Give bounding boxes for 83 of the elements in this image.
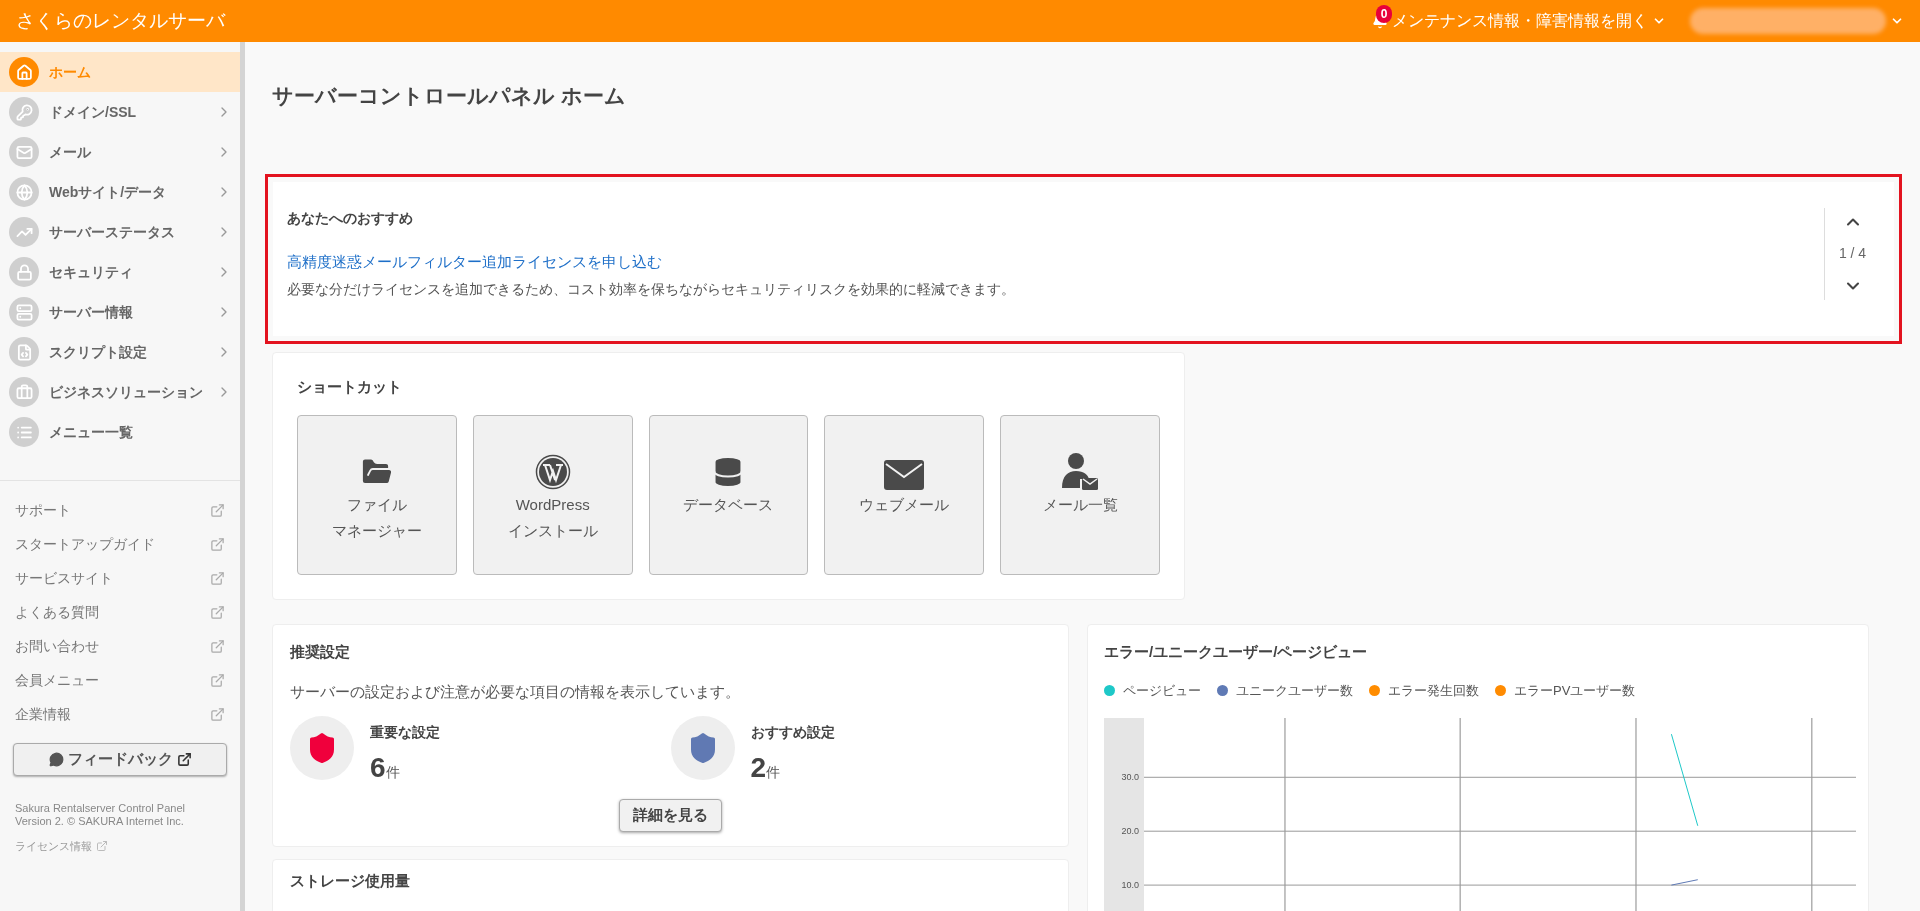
sidebar-link[interactable]: サービスサイト [15, 567, 210, 589]
legend-label: エラー発生回数 [1388, 682, 1479, 700]
nav-label: サーバー情報 [49, 302, 134, 322]
y-tick-label: 20.0 [1121, 825, 1139, 836]
nav-label: ビジネスソリューション [49, 382, 204, 402]
external-link-icon [210, 672, 225, 688]
nav-label: ホーム [49, 62, 92, 82]
setting-label: おすすめ設定 [750, 722, 835, 742]
shortcut-tile[interactable]: メール一覧 [1000, 414, 1160, 575]
sidebar-nav-item[interactable]: スクリプト設定 [0, 332, 240, 372]
external-link-icon [210, 536, 225, 552]
notification-count: 0 [1376, 5, 1392, 23]
sidebar-link[interactable]: お問い合わせ [15, 635, 210, 657]
sidebar-nav-item[interactable]: ビジネスソリューション [0, 372, 240, 412]
briefcase-icon [9, 377, 39, 407]
nav-label: スクリプト設定 [49, 342, 148, 362]
external-link-icon [210, 604, 225, 620]
sidebar-link[interactable]: スタートアップガイド [15, 533, 210, 555]
home-icon [9, 57, 39, 87]
footer-text: Sakura Rentalserver Control Panel [15, 802, 186, 815]
sidebar-nav-item[interactable]: メール [0, 132, 240, 172]
legend-label: ユニークユーザー数 [1236, 682, 1353, 700]
sidebar-link[interactable]: サポート [15, 499, 210, 521]
legend-label: エラーPVユーザー数 [1514, 682, 1636, 700]
page-title: サーバーコントロールパネル ホーム [272, 83, 627, 109]
external-link-icon [96, 840, 108, 853]
card-heading: ショートカット [297, 377, 403, 397]
details-button[interactable]: 詳細を見る [619, 798, 722, 832]
shortcut-tile[interactable]: ファイル マネージャー [297, 414, 457, 575]
external-link-icon [210, 502, 225, 518]
pager-text: 1 / 4 [1838, 244, 1867, 264]
external-link-icon [210, 570, 225, 586]
sidebar-nav-item[interactable]: セキュリティ [0, 252, 240, 292]
recommendation-link[interactable]: 高精度迷惑メールフィルター追加ライセンスを申し込む [287, 250, 1824, 273]
card-heading: エラー/ユニークユーザー/ページビュー [1104, 641, 1369, 662]
recommendation-description: 必要な分だけライセンスを追加できるため、コスト効率を保ちながらセキュリティリスクを効果的に軽減できます。 [287, 280, 1016, 299]
legend-label: ページビュー [1123, 682, 1201, 700]
setting-count: 6 [370, 750, 386, 785]
server-icon [9, 297, 39, 327]
list-icon [9, 417, 39, 447]
user-with-envelope-icon [1062, 451, 1099, 490]
card-description: サーバーの設定および注意が必要な項目の情報を表示しています。 [290, 682, 741, 702]
license-link[interactable]: ライセンス情報 [15, 838, 92, 855]
series-line [1670, 878, 1699, 886]
nav-label: Webサイト/データ [49, 182, 168, 202]
setting-count: 2 [750, 750, 767, 785]
card-heading: ストレージ使用量 [290, 870, 411, 891]
card-heading: 推奨設定 [290, 641, 351, 662]
shortcut-tile[interactable]: データベース [648, 414, 809, 575]
feedback-button[interactable]: フィードバック [13, 743, 227, 776]
nav-label: メール [49, 142, 92, 162]
sidebar-nav-item[interactable]: サーバーステータス [0, 212, 240, 252]
nav-label: ドメイン/SSL [49, 102, 138, 122]
envelope-icon [9, 137, 39, 167]
y-tick-label: 30.0 [1121, 771, 1139, 782]
chart-icon [9, 217, 39, 247]
card-heading: あなたへのおすすめ [287, 208, 414, 228]
external-link-icon [210, 706, 225, 722]
speech-bubble-icon [48, 752, 64, 767]
external-link-icon [176, 752, 192, 767]
sidebar-link[interactable]: 企業情報 [15, 703, 210, 725]
setting-label: 重要な設定 [370, 722, 440, 742]
sidebar-nav-item[interactable]: ドメイン/SSL [0, 92, 240, 132]
shortcut-tile[interactable]: WordPress インストール [472, 414, 633, 575]
sidebar-nav-item[interactable]: Webサイト/データ [0, 172, 240, 212]
shortcut-tile[interactable]: ウェブメール [824, 414, 985, 575]
globe-icon [9, 177, 39, 207]
sidebar-link[interactable]: よくある質問 [15, 601, 210, 623]
sidebar-nav-item[interactable]: サーバー情報 [0, 292, 240, 332]
footer-text: Version 2. © SAKURA Internet Inc. [15, 815, 185, 828]
y-tick-label: 10.0 [1121, 879, 1139, 890]
file-code-icon [9, 337, 39, 367]
envelope-icon [884, 459, 925, 490]
sidebar-link[interactable]: 会員メニュー [15, 669, 210, 691]
lock-icon [9, 257, 39, 287]
count-unit: 件 [385, 763, 400, 782]
nav-label: サーバーステータス [49, 222, 176, 242]
wordpress-logo-icon [534, 453, 571, 490]
sidebar-nav-item[interactable]: メニュー一覧 [0, 412, 240, 452]
count-unit: 件 [766, 763, 781, 782]
nav-label: メニュー一覧 [49, 422, 134, 442]
nav-label: セキュリティ [49, 262, 134, 282]
external-link-icon [210, 638, 225, 654]
